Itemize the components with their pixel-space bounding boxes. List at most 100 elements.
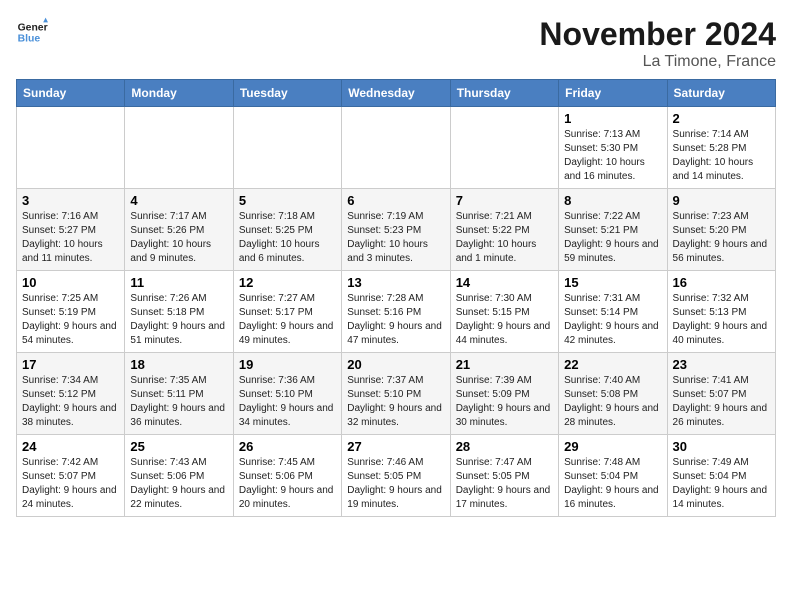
calendar-week-row: 24 Sunrise: 7:42 AM Sunset: 5:07 PM Dayli… bbox=[17, 435, 776, 517]
day-info: Sunrise: 7:31 AM Sunset: 5:14 PM Dayligh… bbox=[564, 292, 661, 348]
day-number: 26 bbox=[239, 439, 336, 454]
calendar-cell bbox=[233, 107, 341, 189]
weekday-header-thursday: Thursday bbox=[450, 80, 558, 107]
day-number: 2 bbox=[673, 111, 770, 126]
calendar-cell: 28 Sunrise: 7:47 AM Sunset: 5:05 PM Dayli… bbox=[450, 435, 558, 517]
month-title: November 2024 bbox=[539, 16, 776, 53]
calendar-cell: 4 Sunrise: 7:17 AM Sunset: 5:26 PM Daylig… bbox=[125, 189, 233, 271]
calendar-cell: 25 Sunrise: 7:43 AM Sunset: 5:06 PM Dayli… bbox=[125, 435, 233, 517]
day-info: Sunrise: 7:21 AM Sunset: 5:22 PM Dayligh… bbox=[456, 210, 553, 266]
day-number: 17 bbox=[22, 357, 119, 372]
day-number: 5 bbox=[239, 193, 336, 208]
calendar-cell: 9 Sunrise: 7:23 AM Sunset: 5:20 PM Daylig… bbox=[667, 189, 775, 271]
calendar-cell: 18 Sunrise: 7:35 AM Sunset: 5:11 PM Dayli… bbox=[125, 353, 233, 435]
day-number: 16 bbox=[673, 275, 770, 290]
day-info: Sunrise: 7:27 AM Sunset: 5:17 PM Dayligh… bbox=[239, 292, 336, 348]
day-number: 9 bbox=[673, 193, 770, 208]
weekday-header-row: SundayMondayTuesdayWednesdayThursdayFrid… bbox=[17, 80, 776, 107]
weekday-header-tuesday: Tuesday bbox=[233, 80, 341, 107]
day-number: 4 bbox=[130, 193, 227, 208]
day-info: Sunrise: 7:17 AM Sunset: 5:26 PM Dayligh… bbox=[130, 210, 227, 266]
day-number: 15 bbox=[564, 275, 661, 290]
day-info: Sunrise: 7:42 AM Sunset: 5:07 PM Dayligh… bbox=[22, 456, 119, 512]
day-number: 1 bbox=[564, 111, 661, 126]
calendar-cell: 12 Sunrise: 7:27 AM Sunset: 5:17 PM Dayli… bbox=[233, 271, 341, 353]
day-number: 28 bbox=[456, 439, 553, 454]
day-info: Sunrise: 7:47 AM Sunset: 5:05 PM Dayligh… bbox=[456, 456, 553, 512]
day-info: Sunrise: 7:19 AM Sunset: 5:23 PM Dayligh… bbox=[347, 210, 444, 266]
calendar-cell: 14 Sunrise: 7:30 AM Sunset: 5:15 PM Dayli… bbox=[450, 271, 558, 353]
day-info: Sunrise: 7:16 AM Sunset: 5:27 PM Dayligh… bbox=[22, 210, 119, 266]
weekday-header-saturday: Saturday bbox=[667, 80, 775, 107]
day-info: Sunrise: 7:48 AM Sunset: 5:04 PM Dayligh… bbox=[564, 456, 661, 512]
calendar-cell: 8 Sunrise: 7:22 AM Sunset: 5:21 PM Daylig… bbox=[559, 189, 667, 271]
day-info: Sunrise: 7:14 AM Sunset: 5:28 PM Dayligh… bbox=[673, 128, 770, 184]
day-info: Sunrise: 7:25 AM Sunset: 5:19 PM Dayligh… bbox=[22, 292, 119, 348]
calendar-cell: 27 Sunrise: 7:46 AM Sunset: 5:05 PM Dayli… bbox=[342, 435, 450, 517]
day-info: Sunrise: 7:37 AM Sunset: 5:10 PM Dayligh… bbox=[347, 374, 444, 430]
day-number: 29 bbox=[564, 439, 661, 454]
day-info: Sunrise: 7:39 AM Sunset: 5:09 PM Dayligh… bbox=[456, 374, 553, 430]
day-number: 12 bbox=[239, 275, 336, 290]
calendar-cell: 7Sunrise: 7:21 AM Sunset: 5:22 PM Daylig… bbox=[450, 189, 558, 271]
weekday-header-sunday: Sunday bbox=[17, 80, 125, 107]
calendar-cell: 15 Sunrise: 7:31 AM Sunset: 5:14 PM Dayli… bbox=[559, 271, 667, 353]
day-info: Sunrise: 7:34 AM Sunset: 5:12 PM Dayligh… bbox=[22, 374, 119, 430]
svg-text:Blue: Blue bbox=[18, 34, 41, 45]
calendar-cell: 1 Sunrise: 7:13 AM Sunset: 5:30 PM Daylig… bbox=[559, 107, 667, 189]
calendar-cell: 30 Sunrise: 7:49 AM Sunset: 5:04 PM Dayli… bbox=[667, 435, 775, 517]
day-number: 10 bbox=[22, 275, 119, 290]
calendar-week-row: 17 Sunrise: 7:34 AM Sunset: 5:12 PM Dayli… bbox=[17, 353, 776, 435]
calendar-cell: 6 Sunrise: 7:19 AM Sunset: 5:23 PM Daylig… bbox=[342, 189, 450, 271]
calendar-cell: 20 Sunrise: 7:37 AM Sunset: 5:10 PM Dayli… bbox=[342, 353, 450, 435]
calendar-week-row: 1 Sunrise: 7:13 AM Sunset: 5:30 PM Daylig… bbox=[17, 107, 776, 189]
day-info: Sunrise: 7:45 AM Sunset: 5:06 PM Dayligh… bbox=[239, 456, 336, 512]
day-info: Sunrise: 7:43 AM Sunset: 5:06 PM Dayligh… bbox=[130, 456, 227, 512]
day-number: 11 bbox=[130, 275, 227, 290]
day-number: 27 bbox=[347, 439, 444, 454]
calendar-cell: 5 Sunrise: 7:18 AM Sunset: 5:25 PM Daylig… bbox=[233, 189, 341, 271]
day-info: Sunrise: 7:41 AM Sunset: 5:07 PM Dayligh… bbox=[673, 374, 770, 430]
day-info: Sunrise: 7:36 AM Sunset: 5:10 PM Dayligh… bbox=[239, 374, 336, 430]
day-number: 18 bbox=[130, 357, 227, 372]
day-number: 14 bbox=[456, 275, 553, 290]
day-number: 8 bbox=[564, 193, 661, 208]
location: La Timone, France bbox=[539, 53, 776, 71]
day-info: Sunrise: 7:18 AM Sunset: 5:25 PM Dayligh… bbox=[239, 210, 336, 266]
calendar-cell: 23 Sunrise: 7:41 AM Sunset: 5:07 PM Dayli… bbox=[667, 353, 775, 435]
day-number: 20 bbox=[347, 357, 444, 372]
weekday-header-wednesday: Wednesday bbox=[342, 80, 450, 107]
title-block: November 2024 La Timone, France bbox=[539, 16, 776, 71]
calendar-week-row: 10 Sunrise: 7:25 AM Sunset: 5:19 PM Dayli… bbox=[17, 271, 776, 353]
calendar-body: 1 Sunrise: 7:13 AM Sunset: 5:30 PM Daylig… bbox=[17, 107, 776, 517]
day-number: 23 bbox=[673, 357, 770, 372]
calendar-cell: 10 Sunrise: 7:25 AM Sunset: 5:19 PM Dayli… bbox=[17, 271, 125, 353]
calendar-cell: 29 Sunrise: 7:48 AM Sunset: 5:04 PM Dayli… bbox=[559, 435, 667, 517]
day-number: 13 bbox=[347, 275, 444, 290]
calendar-cell bbox=[450, 107, 558, 189]
day-info: Sunrise: 7:46 AM Sunset: 5:05 PM Dayligh… bbox=[347, 456, 444, 512]
calendar-cell: 2 Sunrise: 7:14 AM Sunset: 5:28 PM Daylig… bbox=[667, 107, 775, 189]
page-header: General Blue November 2024 La Timone, Fr… bbox=[16, 16, 776, 71]
calendar-cell: 26 Sunrise: 7:45 AM Sunset: 5:06 PM Dayli… bbox=[233, 435, 341, 517]
calendar-week-row: 3Sunrise: 7:16 AM Sunset: 5:27 PM Daylig… bbox=[17, 189, 776, 271]
logo: General Blue bbox=[16, 16, 48, 48]
calendar-cell: 16 Sunrise: 7:32 AM Sunset: 5:13 PM Dayli… bbox=[667, 271, 775, 353]
day-number: 25 bbox=[130, 439, 227, 454]
day-number: 30 bbox=[673, 439, 770, 454]
calendar-cell: 13Sunrise: 7:28 AM Sunset: 5:16 PM Dayli… bbox=[342, 271, 450, 353]
calendar-cell bbox=[125, 107, 233, 189]
day-info: Sunrise: 7:32 AM Sunset: 5:13 PM Dayligh… bbox=[673, 292, 770, 348]
day-info: Sunrise: 7:35 AM Sunset: 5:11 PM Dayligh… bbox=[130, 374, 227, 430]
day-info: Sunrise: 7:30 AM Sunset: 5:15 PM Dayligh… bbox=[456, 292, 553, 348]
calendar-cell: 22Sunrise: 7:40 AM Sunset: 5:08 PM Dayli… bbox=[559, 353, 667, 435]
day-info: Sunrise: 7:22 AM Sunset: 5:21 PM Dayligh… bbox=[564, 210, 661, 266]
day-info: Sunrise: 7:49 AM Sunset: 5:04 PM Dayligh… bbox=[673, 456, 770, 512]
day-info: Sunrise: 7:23 AM Sunset: 5:20 PM Dayligh… bbox=[673, 210, 770, 266]
calendar-cell: 11Sunrise: 7:26 AM Sunset: 5:18 PM Dayli… bbox=[125, 271, 233, 353]
day-info: Sunrise: 7:13 AM Sunset: 5:30 PM Dayligh… bbox=[564, 128, 661, 184]
day-number: 6 bbox=[347, 193, 444, 208]
calendar-cell bbox=[17, 107, 125, 189]
day-number: 24 bbox=[22, 439, 119, 454]
svg-text:General: General bbox=[18, 22, 48, 33]
